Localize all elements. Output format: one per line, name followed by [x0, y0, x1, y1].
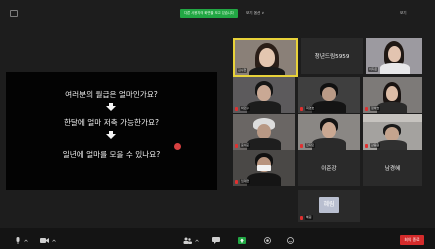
arrow-down-icon — [106, 103, 116, 111]
participant-name: 윤서준 — [240, 143, 251, 148]
participant-name: 임재현 — [240, 179, 251, 184]
record-icon[interactable] — [264, 237, 271, 244]
video-camera-icon[interactable] — [40, 237, 49, 244]
screen-share-banner[interactable]: 다른 사용자의 화면을 보고 있습니다 — [180, 9, 238, 18]
chat-icon[interactable] — [212, 237, 220, 244]
chevron-up-icon[interactable] — [24, 237, 28, 244]
shared-screen-question-2: 한달에 얼마 저축 가능한가요? — [63, 118, 160, 127]
participant-name: 박민수 — [240, 106, 251, 111]
chevron-up-icon[interactable] — [52, 237, 56, 244]
shared-screen-question-3: 일년에 얼마를 모을 수 있나요? — [62, 150, 161, 159]
video-tile[interactable]: 윤서준 — [233, 114, 295, 150]
video-tile[interactable]: 한지민 — [298, 114, 360, 150]
muted-mic-icon — [235, 144, 238, 148]
video-tile[interactable]: 남경혜 — [363, 150, 422, 186]
participant-name: 김수현 — [237, 68, 248, 73]
muted-mic-icon — [365, 107, 368, 111]
muted-mic-icon — [300, 144, 303, 148]
muted-mic-icon — [235, 107, 238, 111]
participant-name: 청년드림5959 — [314, 54, 350, 60]
muted-mic-icon — [300, 216, 303, 220]
profile-picture: 혜림 — [319, 197, 339, 213]
participant-name: 이준강 — [321, 166, 337, 172]
arrow-down-icon — [106, 131, 116, 139]
muted-mic-icon — [235, 180, 238, 184]
microphone-icon[interactable] — [15, 237, 21, 244]
participant-name: 강동원 — [370, 143, 381, 148]
security-shield-icon[interactable] — [10, 10, 18, 17]
participant-name: 정하늘 — [370, 106, 381, 111]
view-button[interactable]: 보기 — [400, 9, 407, 18]
muted-mic-icon — [300, 107, 303, 111]
video-tile[interactable]: 임재현 — [233, 150, 295, 186]
video-tile[interactable]: 청년드림5959 — [301, 38, 363, 74]
video-tile-active-speaker[interactable]: 김수현 — [233, 38, 298, 77]
chevron-up-icon[interactable] — [195, 237, 199, 244]
reactions-icon[interactable] — [287, 237, 294, 244]
video-tile[interactable]: 강동원 — [363, 114, 422, 150]
video-tile[interactable]: 최영호 — [298, 77, 360, 113]
shared-screen-question-1: 여러분의 월급은 얼마인가요? — [65, 90, 158, 99]
video-tile[interactable]: 이준강 — [298, 150, 360, 186]
video-tile[interactable]: 이지은 — [366, 38, 422, 74]
video-tile[interactable]: 박민수 — [233, 77, 295, 113]
muted-mic-icon — [365, 144, 368, 148]
participant-name: 한지민 — [305, 143, 316, 148]
participant-name: 남경혜 — [384, 166, 401, 172]
end-meeting-button[interactable]: 회의 종료 — [400, 235, 424, 245]
share-screen-icon[interactable] — [238, 237, 246, 244]
participants-icon[interactable] — [183, 237, 192, 244]
pointer-cursor-icon — [174, 143, 181, 150]
video-tile[interactable]: 정하늘 — [363, 77, 422, 113]
view-options-menu[interactable]: 보기 옵션 ∨ — [246, 9, 264, 18]
participant-name: 이지은 — [368, 67, 379, 72]
participant-name: 최영호 — [305, 106, 316, 111]
participant-name: 혜림 — [305, 215, 313, 220]
video-tile[interactable]: 혜림 혜림 — [298, 190, 360, 222]
